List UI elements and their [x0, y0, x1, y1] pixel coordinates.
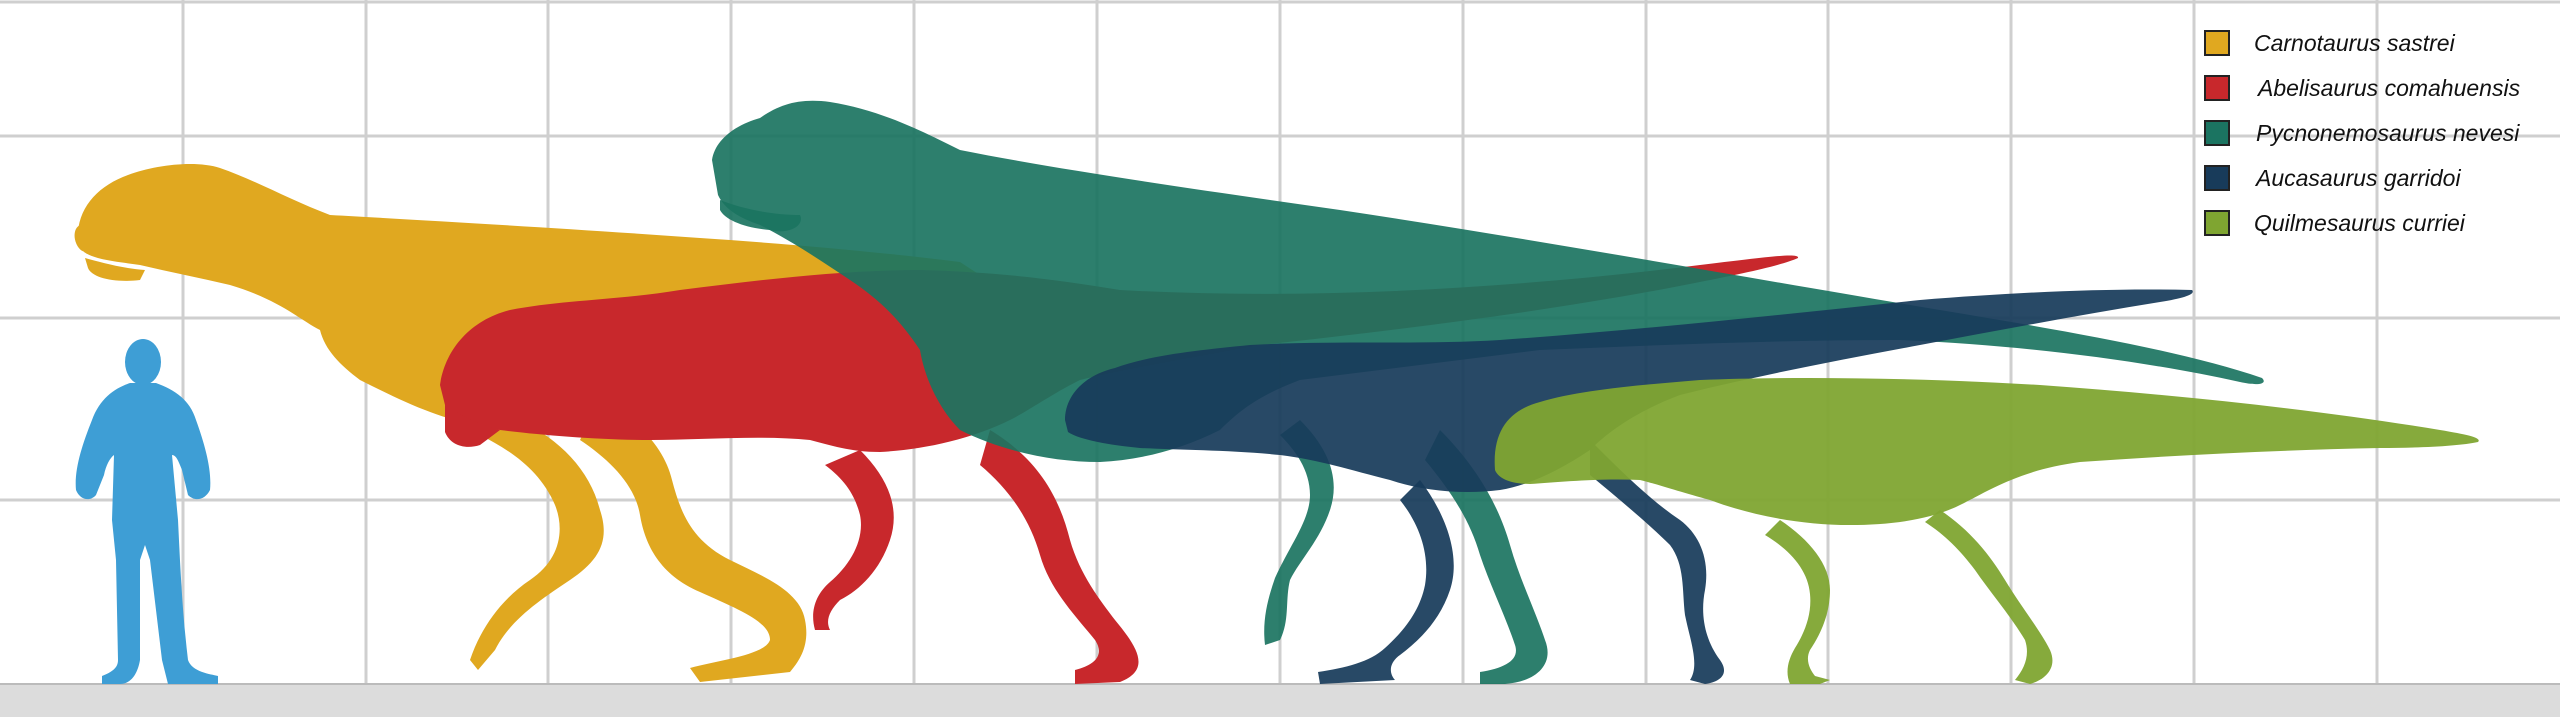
legend-label-pycnonemosaurus: Pycnonemosaurus nevesi [2256, 120, 2520, 146]
legend-item-quilmesaurus: Quilmesaurus curriei [2204, 202, 2524, 247]
legend-swatch-aucasaurus [2204, 165, 2230, 191]
legend-item-abelisaurus: Abelisaurus comahuensis [2204, 67, 2524, 112]
legend-label-abelisaurus: Abelisaurus comahuensis [2258, 75, 2521, 101]
legend-swatch-quilmesaurus [2204, 210, 2230, 236]
legend-item-pycnonemosaurus: Pycnonemosaurus nevesi [2204, 112, 2524, 157]
legend-swatch-pycnonemosaurus [2204, 120, 2230, 146]
legend-item-carnotaurus: Carnotaurus sastrei [2204, 22, 2524, 67]
size-comparison-diagram [0, 0, 2560, 717]
legend-swatch-carnotaurus [2204, 30, 2230, 56]
legend-swatch-abelisaurus [2204, 75, 2230, 101]
legend-label-carnotaurus: Carnotaurus sastrei [2254, 30, 2455, 56]
ground [0, 684, 2560, 717]
legend-label-quilmesaurus: Quilmesaurus curriei [2254, 210, 2465, 236]
legend-label-aucasaurus: Aucasaurus garridoi [2256, 165, 2461, 191]
legend-item-aucasaurus: Aucasaurus garridoi [2204, 157, 2524, 202]
legend: Carnotaurus sastrei Abelisaurus comahuen… [2204, 22, 2524, 247]
